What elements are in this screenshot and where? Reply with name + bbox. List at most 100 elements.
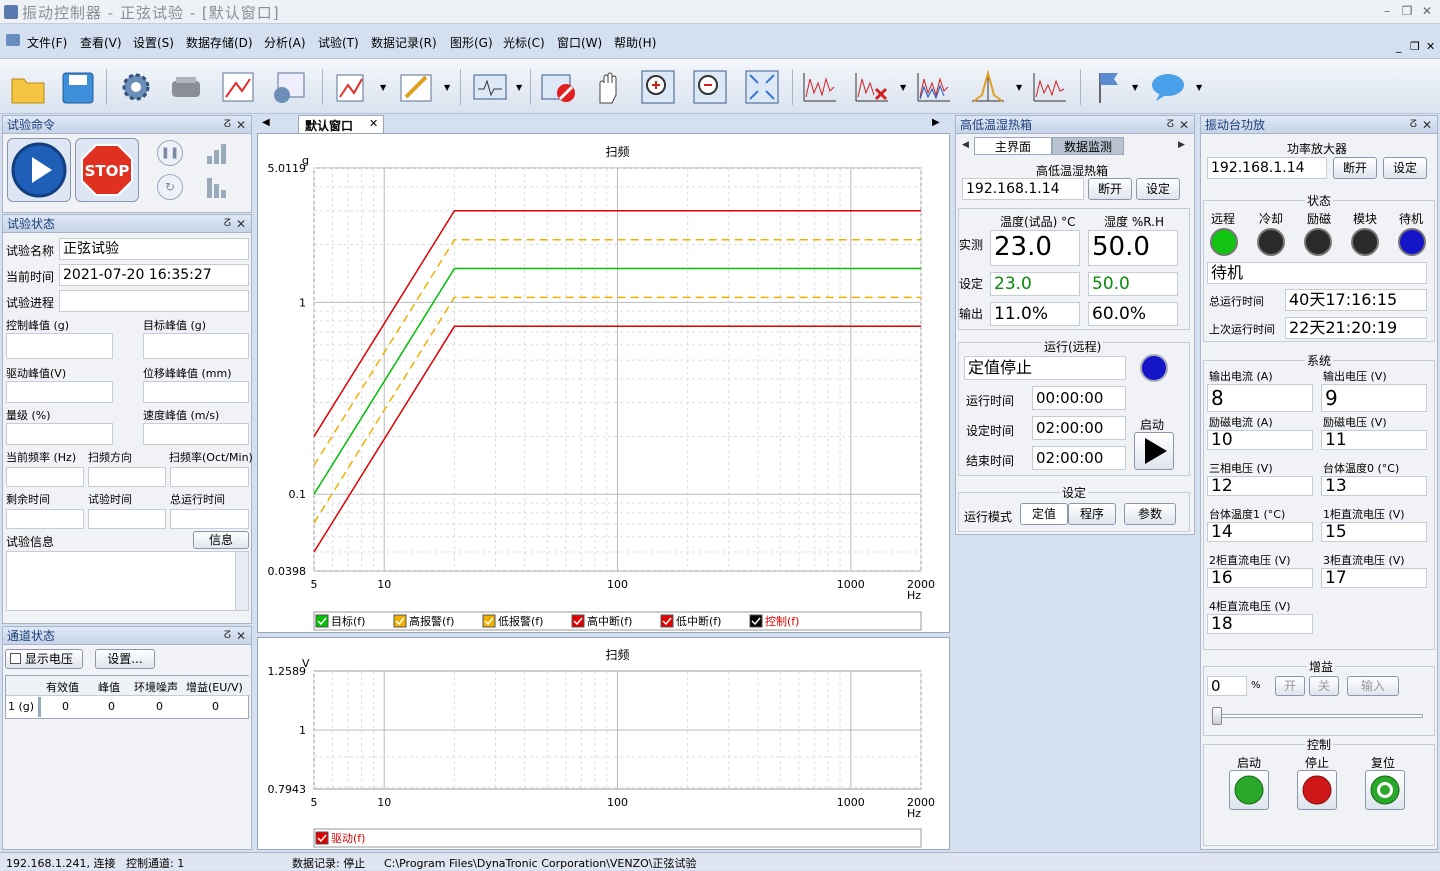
- profile-icon[interactable]: [218, 67, 258, 107]
- tab-monitor[interactable]: 数据监测: [1052, 137, 1124, 155]
- tab-left-arrow-icon[interactable]: ◀: [262, 117, 270, 128]
- close-icon[interactable]: ✕: [1418, 4, 1436, 20]
- chat-icon[interactable]: [1148, 67, 1188, 107]
- play-button[interactable]: [7, 138, 71, 202]
- gear-icon[interactable]: [116, 67, 156, 107]
- dropdown-arrow-icon[interactable]: ▼: [444, 83, 450, 92]
- amp-ip-field[interactable]: 192.168.1.14: [1207, 157, 1327, 179]
- hand-pan-icon[interactable]: [588, 67, 628, 107]
- menu-record[interactable]: 数据记录(R): [371, 34, 437, 51]
- table-row[interactable]: 1 (g) 0 0 0 0: [6, 697, 250, 717]
- tab-right-arrow-icon[interactable]: ▶: [1178, 140, 1185, 150]
- amp-reset-button[interactable]: [1365, 770, 1405, 810]
- menu-settings[interactable]: 设置(S): [133, 34, 174, 51]
- zoom-in-icon[interactable]: [638, 67, 678, 107]
- pin-icon[interactable]: ⵒ: [223, 627, 231, 645]
- shaker-icon[interactable]: [166, 67, 206, 107]
- close-icon[interactable]: ✕: [236, 215, 246, 233]
- dropdown-arrow-icon[interactable]: ▼: [900, 83, 906, 92]
- menu-help[interactable]: 帮助(H): [614, 34, 656, 51]
- close-icon[interactable]: ✕: [236, 627, 246, 645]
- open-folder-icon[interactable]: [8, 67, 48, 107]
- channel-settings-button[interactable]: 设置...: [95, 649, 155, 669]
- info-button[interactable]: 信息: [193, 531, 249, 549]
- menu-view[interactable]: 查看(V): [80, 34, 122, 51]
- save-icon[interactable]: [58, 67, 98, 107]
- dropdown-arrow-icon[interactable]: ▼: [1196, 83, 1202, 92]
- close-icon[interactable]: ✕: [1179, 116, 1189, 134]
- amp-disconnect-button[interactable]: 断开: [1333, 157, 1377, 179]
- dropdown-arrow-icon[interactable]: ▼: [380, 83, 386, 92]
- menu-graph[interactable]: 图形(G): [450, 34, 493, 51]
- delete-spectrum-icon[interactable]: [852, 67, 892, 107]
- gain-field[interactable]: 0: [1207, 676, 1247, 696]
- mode-fixed-button[interactable]: 定值: [1020, 503, 1068, 525]
- gain-input-button[interactable]: 输入: [1347, 676, 1399, 696]
- stop-record-icon[interactable]: [538, 67, 578, 107]
- dropdown-arrow-icon[interactable]: ▼: [1016, 83, 1022, 92]
- legend-checkbox[interactable]: [315, 614, 329, 628]
- menu-storage[interactable]: 数据存储(D): [186, 34, 253, 51]
- dropdown-arrow-icon[interactable]: ▼: [516, 83, 522, 92]
- flag-icon[interactable]: [1088, 67, 1128, 107]
- cursor-icon[interactable]: [968, 67, 1008, 107]
- gain-off-button[interactable]: 关: [1309, 676, 1339, 696]
- pin-icon[interactable]: ⵒ: [223, 215, 231, 233]
- amp-stop-button[interactable]: [1297, 770, 1337, 810]
- amp-start-button[interactable]: [1229, 770, 1269, 810]
- chamber-start-button[interactable]: [1134, 432, 1174, 470]
- amp-set-button[interactable]: 设定: [1383, 157, 1427, 179]
- chamber-ip-field[interactable]: 192.168.1.14: [962, 178, 1084, 200]
- mode-program-button[interactable]: 程序: [1068, 503, 1116, 525]
- close-icon[interactable]: ✕: [1422, 116, 1432, 134]
- menu-test[interactable]: 试验(T): [318, 34, 359, 51]
- sweep-chart-acceleration[interactable]: 5 10 100 1000 20005.011910.10.0398gHz扫频目标(f)…: [258, 134, 951, 634]
- chamber-set-button[interactable]: 设定: [1136, 178, 1180, 200]
- fit-view-icon[interactable]: [742, 67, 782, 107]
- legend-checkbox[interactable]: [393, 614, 407, 628]
- legend-checkbox[interactable]: [749, 614, 763, 628]
- peak-icon[interactable]: [1030, 67, 1070, 107]
- gain-slider-handle[interactable]: [1212, 707, 1222, 725]
- tab-main[interactable]: 主界面: [974, 137, 1052, 155]
- pencil-icon[interactable]: [396, 67, 436, 107]
- restore-icon[interactable]: ❐: [1398, 4, 1416, 20]
- tab-left-arrow-icon[interactable]: ◀: [962, 140, 969, 150]
- mdi-icon[interactable]: [6, 34, 20, 46]
- gain-on-button[interactable]: 开: [1275, 676, 1305, 696]
- scope-window-icon[interactable]: [470, 67, 510, 107]
- scrollbar[interactable]: [235, 552, 248, 610]
- zoom-out-icon[interactable]: [690, 67, 730, 107]
- sweep-chart-drive[interactable]: 5 10 100 1000 20001.258910.7943VHz扫频驱动(f): [258, 638, 951, 851]
- menu-analysis[interactable]: 分析(A): [264, 34, 306, 51]
- spectrum-icon[interactable]: [800, 67, 840, 107]
- pin-icon[interactable]: ⵒ: [223, 116, 231, 134]
- legend-checkbox[interactable]: [482, 614, 496, 628]
- pin-icon[interactable]: ⵒ: [1166, 116, 1174, 134]
- mdi-minimize-icon[interactable]: _: [1396, 40, 1402, 53]
- minimize-icon[interactable]: –: [1378, 4, 1396, 20]
- tab-right-arrow-icon[interactable]: ▶: [932, 117, 940, 128]
- level-down-icon[interactable]: [203, 174, 231, 200]
- mdi-close-icon[interactable]: ✕: [1426, 40, 1435, 53]
- continue-icon[interactable]: ↻: [157, 174, 183, 200]
- menu-file[interactable]: 文件(F): [27, 34, 67, 51]
- tab-default-window[interactable]: 默认窗口 ✕: [298, 115, 384, 133]
- edit-chart-icon[interactable]: [332, 67, 372, 107]
- info-textarea[interactable]: [6, 551, 249, 611]
- legend-checkbox[interactable]: [315, 831, 329, 845]
- close-icon[interactable]: ✕: [236, 116, 246, 134]
- dropdown-arrow-icon[interactable]: ▼: [1132, 83, 1138, 92]
- chamber-disconnect-button[interactable]: 断开: [1088, 178, 1132, 200]
- menu-cursor[interactable]: 光标(C): [503, 34, 545, 51]
- pin-icon[interactable]: ⵒ: [1409, 116, 1417, 134]
- multi-spectrum-icon[interactable]: [914, 67, 954, 107]
- channel-settings-icon[interactable]: [268, 67, 308, 107]
- stop-button[interactable]: STOP: [75, 138, 139, 202]
- mdi-restore-icon[interactable]: ❐: [1410, 40, 1420, 53]
- tab-close-icon[interactable]: ✕: [369, 117, 378, 130]
- legend-checkbox[interactable]: [571, 614, 585, 628]
- set-time-field[interactable]: 02:00:00: [1032, 416, 1126, 440]
- legend-checkbox[interactable]: [660, 614, 674, 628]
- pause-icon[interactable]: ❚❚: [157, 140, 183, 166]
